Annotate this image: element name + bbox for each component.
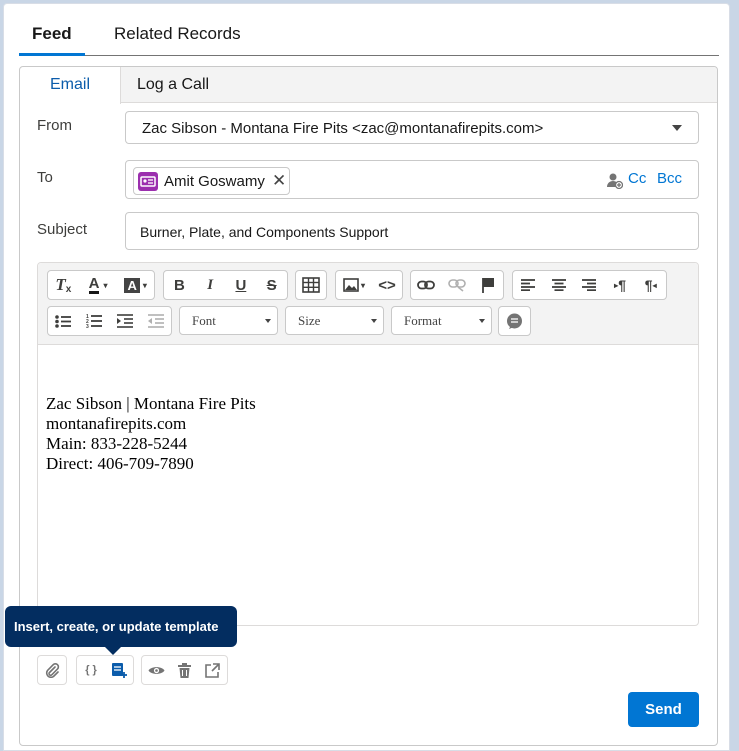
font-style-group: B I U S: [163, 270, 288, 300]
rtl-icon[interactable]: ¶ ◂: [635, 271, 666, 299]
signature-line: Direct: 406-709-7890: [46, 454, 194, 473]
align-left-icon[interactable]: [513, 271, 544, 299]
subject-input[interactable]: Burner, Plate, and Components Support: [125, 212, 699, 250]
align-right-icon[interactable]: [574, 271, 605, 299]
template-icon[interactable]: [105, 656, 133, 684]
format-select-label: Format: [404, 313, 442, 328]
link-group: [410, 270, 504, 300]
email-panel: Email Log a Call From Zac Sibson - Monta…: [5, 66, 718, 746]
template-tooltip: Insert, create, or update template: [5, 606, 237, 655]
size-select[interactable]: Size: [285, 306, 384, 335]
top-tab-bar: Feed Related Records: [19, 4, 719, 56]
tab-email[interactable]: Email: [20, 67, 121, 104]
signature-line: Zac Sibson | Montana Fire Pits: [46, 394, 256, 413]
format-select[interactable]: Format: [391, 306, 492, 335]
recipient-pill[interactable]: Amit Goswamy ✕: [133, 167, 290, 195]
flag-icon[interactable]: [472, 271, 503, 299]
background-color-icon[interactable]: A ▾: [117, 271, 154, 299]
svg-text:3: 3: [86, 324, 89, 328]
numbered-list-icon[interactable]: 123: [79, 307, 110, 335]
editor-toolbar: Tx A ▾ A ▾ B I U S ▾ <> ▸ ¶ ¶ ◂ 1 2 3 Fo…: [38, 263, 698, 345]
subject-value: Burner, Plate, and Components Support: [140, 224, 389, 240]
bold-icon[interactable]: B: [164, 271, 195, 299]
from-select[interactable]: Zac Sibson - Montana Fire Pits <zac@mont…: [125, 111, 699, 144]
text-style-group: Tx A ▾ A ▾: [47, 270, 155, 300]
rich-text-editor: Tx A ▾ A ▾ B I U S ▾ <> ▸ ¶ ¶ ◂ 1 2 3 Fo…: [37, 262, 699, 626]
to-field[interactable]: Amit Goswamy ✕ Cc Bcc: [125, 160, 699, 199]
bulleted-list-icon[interactable]: [48, 307, 79, 335]
tab-log-a-call[interactable]: Log a Call: [137, 67, 209, 103]
code-icon[interactable]: <>: [372, 271, 402, 299]
outdent-icon[interactable]: [140, 307, 171, 335]
attach-group: [37, 655, 67, 685]
align-center-icon[interactable]: [544, 271, 575, 299]
chevron-down-icon: [672, 125, 682, 131]
insert-group: ▾ <>: [335, 270, 403, 300]
image-icon[interactable]: ▾: [336, 271, 372, 299]
chevron-down-icon: [265, 319, 271, 323]
italic-icon[interactable]: I: [195, 271, 226, 299]
unlink-icon[interactable]: [442, 271, 473, 299]
pop-out-icon[interactable]: [198, 656, 226, 684]
table-group: [295, 270, 327, 300]
from-value: Zac Sibson - Montana Fire Pits <zac@mont…: [142, 120, 544, 137]
size-select-label: Size: [298, 313, 321, 328]
text-color-icon[interactable]: A ▾: [79, 271, 118, 299]
tab-related-records[interactable]: Related Records: [114, 24, 241, 56]
preview-eye-icon[interactable]: [142, 656, 170, 684]
comment-group: [498, 306, 531, 336]
remove-recipient-icon[interactable]: ✕: [272, 171, 286, 191]
bcc-link[interactable]: Bcc: [657, 170, 682, 187]
tab-feed[interactable]: Feed: [19, 24, 85, 56]
table-icon[interactable]: [296, 271, 326, 299]
font-select[interactable]: Font: [179, 306, 278, 335]
trash-icon[interactable]: [170, 656, 198, 684]
ltr-icon[interactable]: ▸ ¶: [605, 271, 636, 299]
from-label: From: [37, 117, 72, 134]
signature-line: montanafirepits.com: [46, 414, 187, 433]
to-label: To: [37, 169, 53, 186]
merge-field-icon[interactable]: { }: [77, 656, 105, 684]
strikethrough-icon[interactable]: S: [256, 271, 287, 299]
font-select-label: Font: [192, 313, 216, 328]
cc-link[interactable]: Cc: [628, 170, 646, 187]
list-group: 123: [47, 306, 172, 336]
merge-template-group: { }: [76, 655, 134, 685]
link-icon[interactable]: [411, 271, 442, 299]
email-composer-card: Feed Related Records Email Log a Call Fr…: [3, 3, 730, 751]
contact-icon: [138, 172, 158, 191]
chevron-down-icon: [479, 319, 485, 323]
signature-line: Main: 833-228-5244: [46, 434, 188, 453]
alignment-group: ▸ ¶ ¶ ◂: [512, 270, 667, 300]
email-body[interactable]: Zac Sibson | Montana Fire Pits montanafi…: [46, 394, 256, 474]
chevron-down-icon: [371, 319, 377, 323]
clear-formatting-icon[interactable]: Tx: [48, 271, 79, 299]
add-contact-icon[interactable]: [607, 172, 624, 194]
underline-icon[interactable]: U: [226, 271, 257, 299]
comment-icon[interactable]: [499, 307, 530, 335]
send-button[interactable]: Send: [628, 692, 699, 727]
sub-tab-bar: Email Log a Call: [20, 67, 717, 104]
paperclip-icon[interactable]: [38, 656, 66, 684]
preview-actions-group: [141, 655, 228, 685]
recipient-name: Amit Goswamy: [164, 173, 265, 190]
subject-label: Subject: [37, 221, 88, 238]
indent-icon[interactable]: [110, 307, 141, 335]
